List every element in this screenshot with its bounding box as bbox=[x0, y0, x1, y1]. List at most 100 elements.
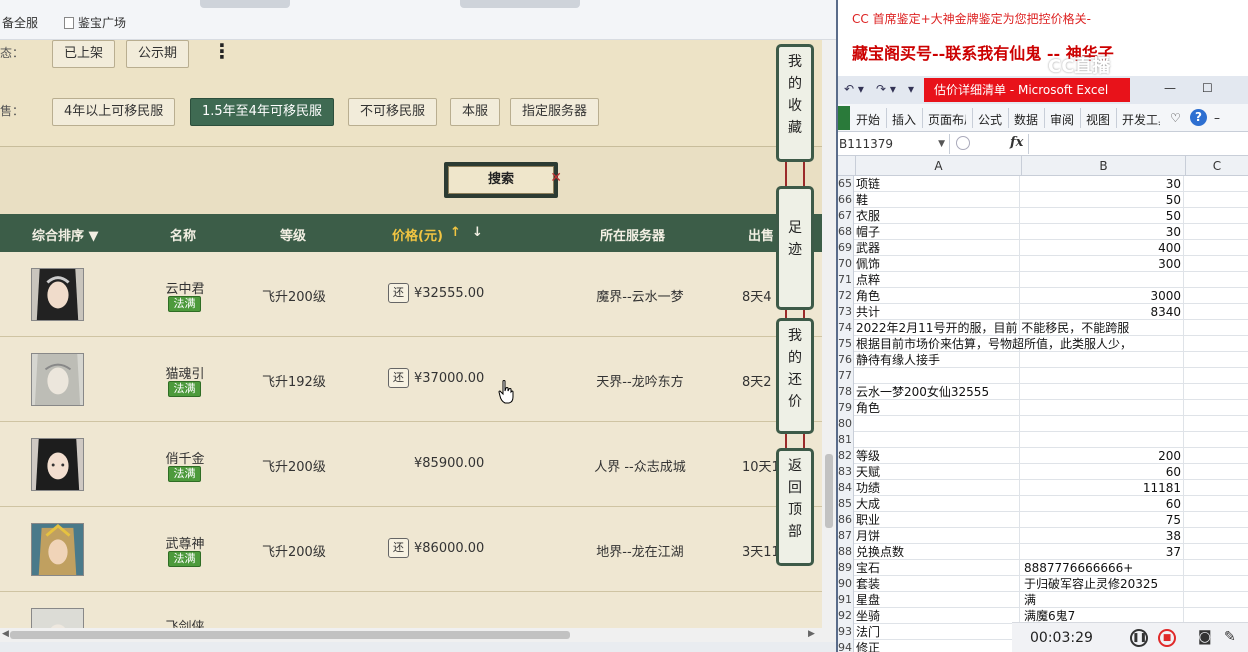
scroll-right-icon[interactable]: ▶ bbox=[808, 629, 815, 639]
cell-b[interactable] bbox=[1022, 368, 1184, 384]
formula-cancel-icon[interactable] bbox=[956, 136, 970, 150]
character-name[interactable]: 武尊神 bbox=[150, 533, 220, 552]
cell-b[interactable] bbox=[1022, 384, 1184, 400]
avatar[interactable] bbox=[31, 353, 84, 406]
cell-b[interactable] bbox=[1022, 416, 1184, 432]
row-number[interactable]: 76 bbox=[838, 352, 854, 368]
row-number[interactable]: 88 bbox=[838, 544, 854, 560]
cell-b[interactable] bbox=[1022, 336, 1184, 352]
cell-a[interactable] bbox=[856, 432, 1020, 448]
table-row[interactable]: 云中君 法满 飞升200级 还 ¥32555.00 魔界--云水一梦 8天4 bbox=[0, 252, 822, 337]
favorites-button[interactable]: 我 的 收 藏 bbox=[776, 44, 814, 162]
sort-up-icon[interactable]: ↑ bbox=[450, 225, 461, 240]
undo-icon[interactable]: ↶ ▾ bbox=[844, 82, 864, 96]
chevron-down-icon[interactable]: ▼ bbox=[938, 134, 945, 154]
cell-b[interactable]: 8887776666666+ bbox=[1022, 560, 1184, 576]
cell-a[interactable]: 2022年2月11号开的服，目前 不能移民，不能跨服 bbox=[856, 320, 1129, 336]
search-button[interactable]: 搜索 ✕ bbox=[444, 162, 562, 198]
pause-icon[interactable]: ❚❚ bbox=[1130, 629, 1148, 647]
scroll-thumb[interactable] bbox=[10, 631, 570, 639]
redo-icon[interactable]: ↷ ▾ bbox=[876, 82, 896, 96]
minimize-icon[interactable]: — bbox=[1164, 81, 1176, 95]
cell-b[interactable]: 3000 bbox=[1022, 288, 1184, 304]
character-name[interactable]: 云中君 bbox=[150, 278, 220, 297]
cell-a[interactable]: 根据目前市场价来估算，号物超所值，此类服人少， bbox=[856, 336, 1132, 352]
vertical-scrollbar[interactable] bbox=[822, 40, 836, 628]
cell-b[interactable]: 37 bbox=[1022, 544, 1184, 560]
avatar[interactable] bbox=[31, 268, 84, 321]
bargain-icon[interactable]: 还 bbox=[388, 368, 409, 388]
back-to-top-button[interactable]: 返 回 顶 部 bbox=[776, 448, 814, 566]
cell-a[interactable]: 共计 bbox=[856, 304, 1020, 320]
character-name[interactable]: 俏千金 bbox=[150, 448, 220, 467]
tab-page-layout[interactable]: 页面布局 bbox=[928, 111, 966, 128]
row-number[interactable]: 75 bbox=[838, 336, 854, 352]
row-number[interactable]: 78 bbox=[838, 384, 854, 400]
cell-a[interactable]: 职业 bbox=[856, 512, 1020, 528]
row-number[interactable]: 70 bbox=[838, 256, 854, 272]
cell-b[interactable]: 400 bbox=[1022, 240, 1184, 256]
column-price[interactable]: 价格(元) bbox=[392, 225, 443, 244]
row-number[interactable]: 67 bbox=[838, 208, 854, 224]
avatar[interactable] bbox=[31, 523, 84, 576]
migrate-button-4yr[interactable]: 4年以上可移民服 bbox=[52, 98, 176, 126]
row-number[interactable]: 91 bbox=[838, 592, 854, 608]
history-button[interactable]: 足 迹 bbox=[776, 186, 814, 310]
cell-b[interactable]: 8340 bbox=[1022, 304, 1184, 320]
ribbon-minimize-icon[interactable]: – bbox=[1214, 111, 1220, 125]
row-number[interactable]: 72 bbox=[838, 288, 854, 304]
row-number[interactable]: 68 bbox=[838, 224, 854, 240]
cell-b[interactable]: 于归破军容止灵修20325 bbox=[1022, 576, 1184, 592]
row-number[interactable]: 65 bbox=[838, 176, 854, 192]
cell-b[interactable] bbox=[1022, 352, 1184, 368]
cell-a[interactable]: 项链 bbox=[856, 176, 1020, 192]
bargain-icon[interactable]: 还 bbox=[388, 538, 409, 558]
row-number[interactable]: 71 bbox=[838, 272, 854, 288]
cell-a[interactable]: 武器 bbox=[856, 240, 1020, 256]
row-number[interactable]: 89 bbox=[838, 560, 854, 576]
cell-a[interactable]: 帽子 bbox=[856, 224, 1020, 240]
row-number[interactable]: 79 bbox=[838, 400, 854, 416]
help-icon[interactable]: ? bbox=[1190, 109, 1207, 126]
ribbon-collapse-icon[interactable]: ♡ bbox=[1170, 111, 1181, 125]
row-number[interactable]: 82 bbox=[838, 448, 854, 464]
cell-a[interactable]: 修正 bbox=[856, 640, 1020, 652]
insert-function-icon[interactable]: fx bbox=[1010, 135, 1023, 150]
row-number[interactable]: 87 bbox=[838, 528, 854, 544]
bargain-icon[interactable]: 还 bbox=[388, 283, 409, 303]
cell-a[interactable]: 云水一梦200女仙32555 bbox=[856, 384, 1020, 400]
row-number[interactable]: 73 bbox=[838, 304, 854, 320]
cell-b[interactable]: 50 bbox=[1022, 192, 1184, 208]
cell-a[interactable]: 静待有缘人接手 bbox=[856, 352, 1020, 368]
cell-a[interactable]: 角色 bbox=[856, 400, 1020, 416]
cell-a[interactable]: 大成 bbox=[856, 496, 1020, 512]
cell-a[interactable]: 角色 bbox=[856, 288, 1020, 304]
row-number[interactable]: 92 bbox=[838, 608, 854, 624]
character-name[interactable]: 猫魂引 bbox=[150, 363, 220, 382]
column-header-c[interactable]: C bbox=[1186, 156, 1248, 176]
row-number[interactable]: 93 bbox=[838, 624, 854, 640]
cell-b[interactable]: 30 bbox=[1022, 224, 1184, 240]
camera-icon[interactable]: ◙ bbox=[1198, 629, 1212, 645]
cell-a[interactable] bbox=[856, 416, 1020, 432]
tab-developer[interactable]: 开发工具 bbox=[1122, 111, 1160, 128]
cell-b[interactable]: 30 bbox=[1022, 176, 1184, 192]
migrate-button-local[interactable]: 本服 bbox=[450, 98, 501, 126]
tab-review[interactable]: 审阅 bbox=[1050, 111, 1074, 128]
cell-a[interactable]: 法门 bbox=[856, 624, 1020, 640]
cell-b[interactable] bbox=[1022, 432, 1184, 448]
select-all-corner[interactable] bbox=[838, 156, 856, 176]
cell-b[interactable]: 11181 bbox=[1022, 480, 1184, 496]
more-options-icon[interactable]: ⋮ bbox=[212, 41, 232, 61]
cell-a[interactable]: 等级 bbox=[856, 448, 1020, 464]
row-number[interactable]: 80 bbox=[838, 416, 854, 432]
tab-home[interactable]: 开始 bbox=[856, 111, 880, 128]
cell-b[interactable] bbox=[1022, 272, 1184, 288]
row-number[interactable]: 81 bbox=[838, 432, 854, 448]
file-tab[interactable] bbox=[838, 106, 850, 130]
name-box[interactable]: B111379 ▼ bbox=[838, 134, 950, 154]
cell-b[interactable] bbox=[1022, 400, 1184, 416]
cell-a[interactable]: 套装 bbox=[856, 576, 1020, 592]
cell-b[interactable]: 75 bbox=[1022, 512, 1184, 528]
cell-a[interactable]: 坐骑 bbox=[856, 608, 1020, 624]
